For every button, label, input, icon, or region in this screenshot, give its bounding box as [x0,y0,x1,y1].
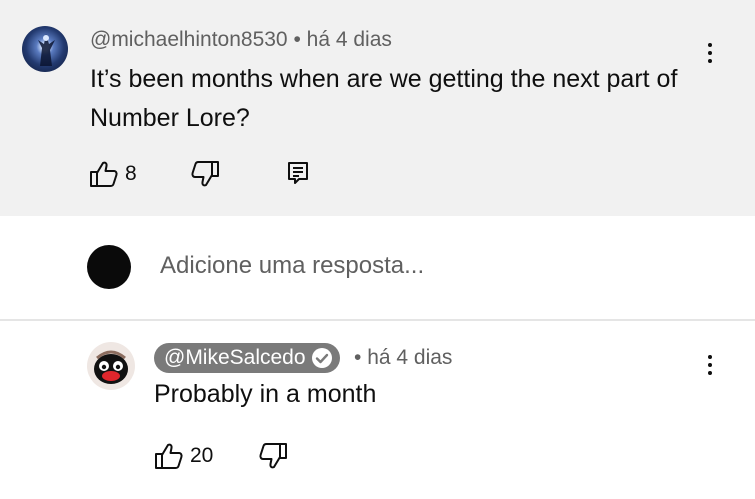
reply-input[interactable]: Adicione uma resposta... [160,252,424,280]
dislike-icon [191,161,219,187]
reply-author: @MikeSalcedo [164,346,306,369]
meta-separator: • [354,346,362,369]
comment-time[interactable]: há 4 dias [307,28,392,51]
reply-icon [288,162,308,184]
reply-avatar[interactable] [87,342,135,390]
comment-meta: @michaelhinton8530 • há 4 dias [90,28,392,52]
reply-author-chip[interactable]: @MikeSalcedo [154,343,340,373]
comment-text: It’s been months when are we getting the… [90,65,678,132]
dislike-button[interactable] [190,160,220,188]
reply-like-button[interactable]: 20 [154,442,213,470]
reply-time[interactable]: há 4 dias [367,346,452,369]
avatar[interactable] [22,26,68,72]
like-icon [155,443,183,469]
verified-check-icon [311,348,332,368]
avatar-image [94,350,128,384]
more-vert-icon[interactable] [700,350,720,380]
like-count: 20 [190,444,214,467]
comment-thread: @michaelhinton8530 • há 4 dias It’s been… [0,0,755,216]
reply-dislike-button[interactable] [258,442,288,470]
like-button[interactable]: 8 [89,160,137,188]
reply-text: Probably in a month [154,380,377,408]
divider [0,319,755,321]
dislike-icon [259,443,287,469]
avatar-image [38,34,55,66]
reply-meta: • há 4 dias [354,346,452,370]
reply-button[interactable] [286,160,310,186]
comment-author[interactable]: @michaelhinton8530 [90,28,288,51]
like-icon [90,161,118,187]
more-vert-icon[interactable] [700,38,720,68]
user-avatar [87,245,131,289]
like-count: 8 [125,162,137,185]
meta-separator: • [293,28,301,51]
